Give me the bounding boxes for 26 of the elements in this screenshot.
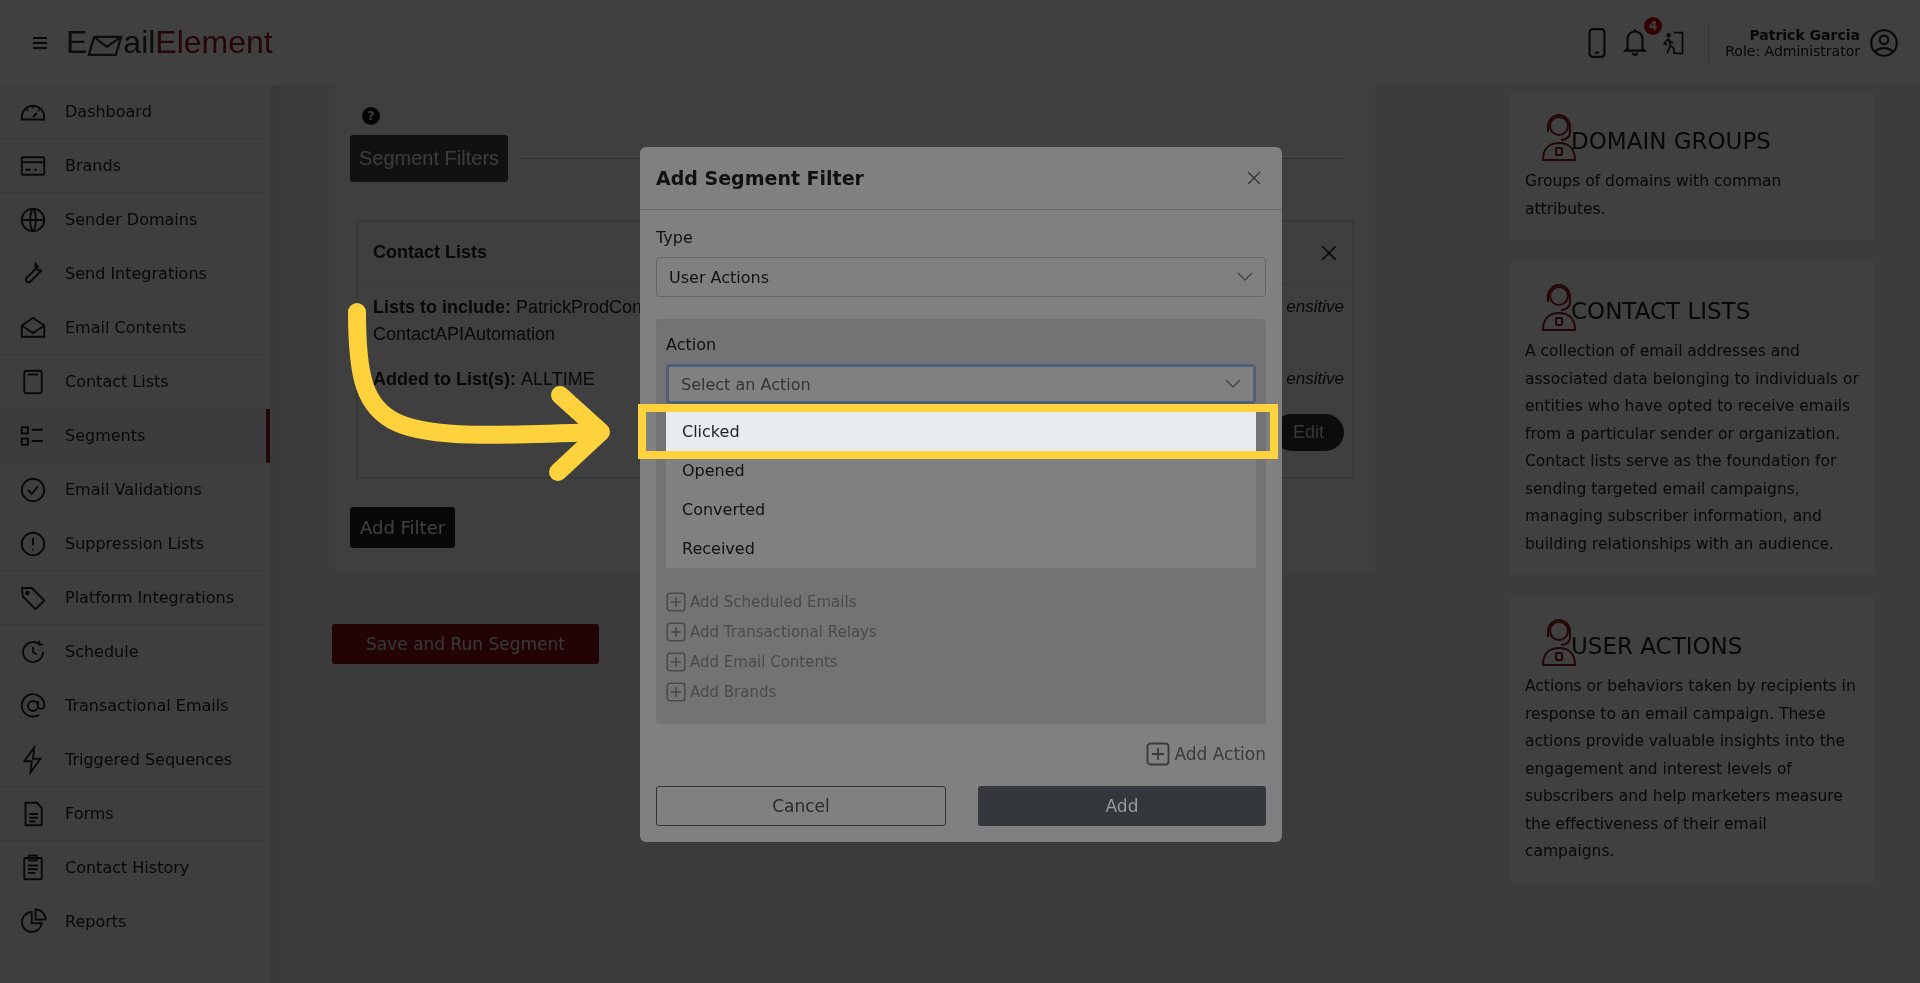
info-card-title: USER ACTIONS xyxy=(1571,633,1743,659)
chevron-down-icon xyxy=(1225,379,1241,389)
dialog-title: Add Segment Filter xyxy=(656,167,864,189)
info-card-title: CONTACT LISTS xyxy=(1571,298,1751,324)
dropdown-option[interactable]: Clicked xyxy=(666,412,1256,451)
chevron-down-icon xyxy=(1237,272,1253,282)
plus-square-icon xyxy=(666,592,686,612)
type-label: Type xyxy=(656,228,694,247)
logo-accent-text: Element xyxy=(155,24,273,61)
add-action-link[interactable]: Add Action xyxy=(1146,742,1266,766)
plus-square-icon xyxy=(666,682,686,702)
info-card-text: Groups of domains with comman attributes. xyxy=(1525,171,1783,220)
action-label: Action xyxy=(666,335,718,354)
user-role: Role: Administrator xyxy=(1725,42,1860,59)
info-card-title: DOMAIN GROUPS xyxy=(1571,128,1771,154)
user-name: Patrick Garcia xyxy=(1749,26,1860,43)
plus-square-icon xyxy=(666,622,686,642)
type-select[interactable]: User Actions xyxy=(656,257,1266,297)
plus-square-icon xyxy=(666,652,686,672)
info-card-text: Actions or behaviors taken by recipients in response to an email campaign. These actions provide valuable insights into the engagement and interest levels of subscribers and help marketers measure the effectiveness of their email campaigns. xyxy=(1525,676,1857,862)
close-icon[interactable] xyxy=(1246,170,1262,186)
add-button[interactable]: Add xyxy=(978,786,1266,826)
cancel-button[interactable]: Cancel xyxy=(656,786,946,826)
info-card-text: A collection of email addresses and associated data belonging to individuals or entities who have opted to receive emails from a particular sender or organization. Contact lists serve as the foundation for sending targeted email campaigns, managing subscriber information, and building relationships with an audience. xyxy=(1525,341,1860,555)
action-select[interactable]: Select an Action xyxy=(666,364,1256,404)
plus-square-icon xyxy=(1146,742,1171,766)
